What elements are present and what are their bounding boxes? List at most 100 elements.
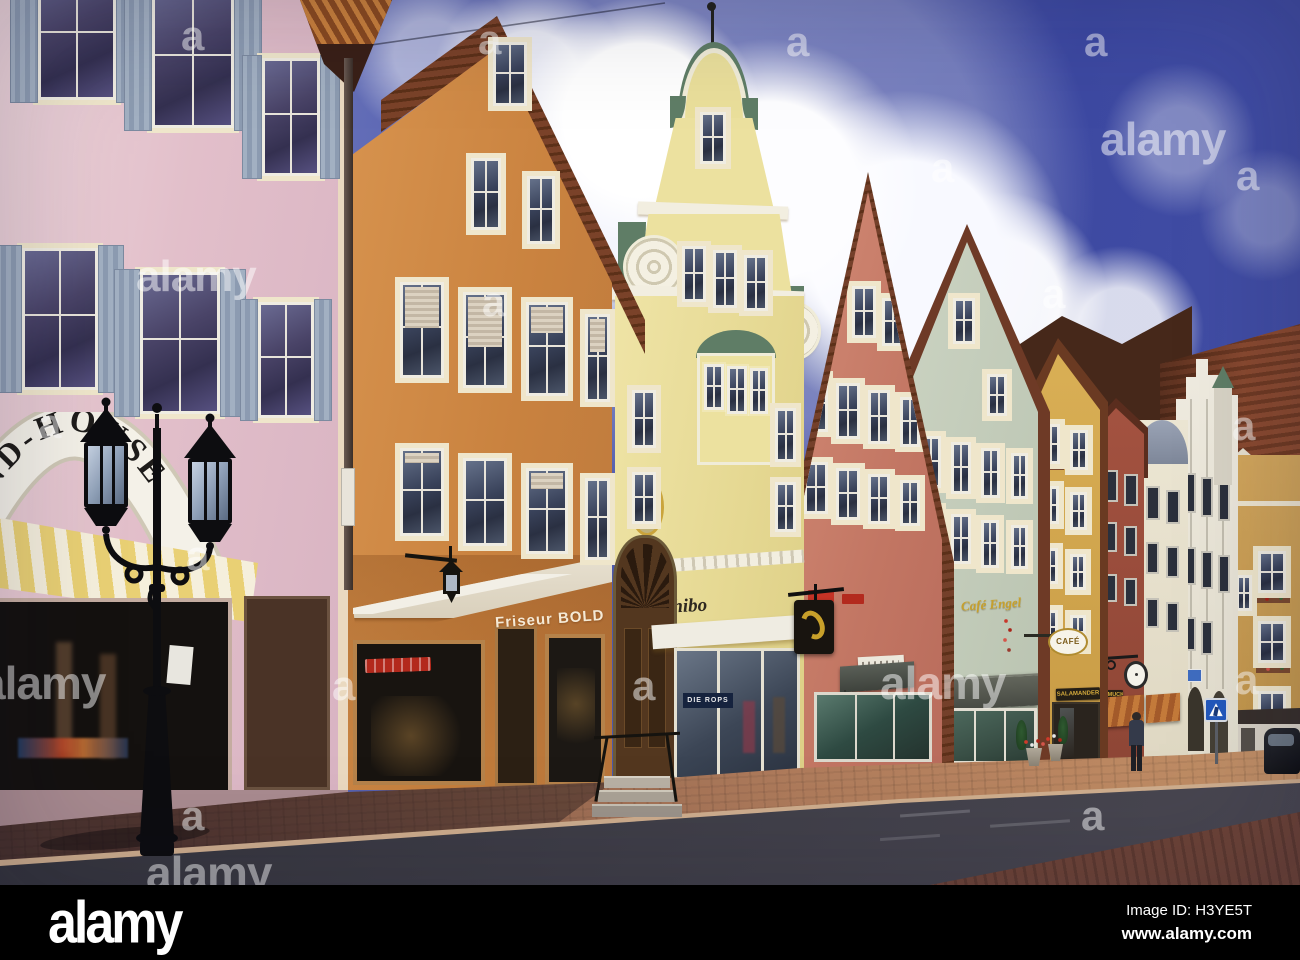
window [471, 158, 501, 230]
window-glass [703, 115, 723, 161]
window [836, 468, 860, 520]
door-steps [590, 731, 690, 832]
alamy-url[interactable]: www.alamy.com [1122, 924, 1252, 944]
salamander-sign: SALAMANDER [1055, 687, 1100, 701]
window [1201, 551, 1213, 589]
pedestrian-leg [1131, 745, 1136, 771]
window-glass [984, 523, 996, 565]
window [463, 458, 507, 546]
window [987, 374, 1007, 416]
window-glass [871, 477, 887, 521]
cafe-oval-label: CAFÉ [1056, 637, 1080, 646]
window [527, 176, 555, 244]
road-marking [899, 809, 971, 818]
window [1201, 621, 1213, 655]
clock-face [1124, 661, 1148, 689]
shop-goods-glow [371, 696, 471, 776]
corner-door [1241, 728, 1255, 754]
window-glass [807, 465, 825, 511]
window-glass [1126, 528, 1135, 554]
red-sign [364, 656, 432, 674]
window [981, 520, 999, 568]
shop-window: DIE ROPS [674, 648, 800, 780]
cafe-oval-sign-group: CAFÉ [1024, 628, 1090, 662]
shop-door [244, 596, 330, 790]
shop-mullion [1004, 711, 1006, 761]
footer-info: Image ID: H3YE5T www.alamy.com [1122, 902, 1252, 944]
window [951, 514, 971, 564]
window [1124, 578, 1137, 606]
window [585, 314, 610, 402]
finial-ball [707, 2, 716, 11]
window-glass [1220, 483, 1228, 519]
window [240, 299, 332, 421]
window-shutter [240, 299, 258, 421]
pedestrian-body [1129, 720, 1144, 746]
step [598, 790, 676, 802]
window-glass [25, 251, 95, 387]
shop-goods-glow [557, 668, 595, 758]
window [1011, 525, 1028, 569]
window [900, 480, 920, 526]
window-glass [261, 305, 311, 415]
window-glass [984, 451, 997, 495]
window [1166, 490, 1180, 524]
sign-board [794, 600, 834, 654]
window-glass [466, 461, 504, 543]
rust-striped-awning [1146, 692, 1180, 724]
shop-door [495, 626, 537, 786]
window-glass [855, 289, 873, 335]
sign-plate [1204, 698, 1228, 722]
window-glass [403, 451, 441, 533]
tchibo-hanging-sign [787, 580, 848, 656]
window-glass [1168, 548, 1177, 576]
window-glass [1203, 623, 1211, 653]
window [463, 292, 507, 388]
window-glass [1168, 604, 1177, 630]
window [526, 302, 568, 396]
window [1236, 575, 1252, 611]
window [744, 255, 768, 311]
window [700, 112, 726, 164]
window [526, 468, 568, 554]
wall-lamp [404, 544, 463, 606]
building-orange-house: Friseur BOLD [345, 0, 650, 790]
window [1070, 430, 1088, 470]
window [1070, 554, 1086, 590]
window-glass [588, 317, 607, 399]
window-glass [1261, 624, 1283, 660]
watermark-footer-bar: alamy Image ID: H3YE5T www.alamy.com [0, 885, 1300, 960]
window-glass [1148, 544, 1157, 572]
window [750, 368, 768, 414]
mannequin-silhouette [743, 701, 755, 753]
street-photo: SCHMUCK SALAMANDER Café Engel CAFÉ Tchib… [0, 0, 1300, 885]
window-shutter [314, 299, 332, 421]
window [981, 448, 1000, 498]
window-glass [1261, 554, 1283, 590]
window [951, 442, 971, 494]
pediment [680, 48, 748, 122]
window-glass [753, 371, 765, 411]
sign-pole [1215, 720, 1218, 764]
window-glass [1148, 600, 1157, 626]
turret-spire [1214, 385, 1232, 485]
roller-blind [468, 297, 502, 347]
window-glass [41, 0, 113, 97]
window-glass [1073, 433, 1085, 467]
roller-blind [405, 287, 439, 328]
window [1166, 602, 1179, 632]
alamy-logo[interactable]: alamy [48, 893, 183, 953]
shop-window-dark [545, 634, 605, 786]
window [1201, 477, 1213, 517]
window-glass [529, 471, 565, 551]
window [0, 245, 124, 393]
window-shutter [242, 55, 262, 179]
shop-window-glass [814, 692, 932, 762]
gold-bean-curl [796, 606, 830, 644]
cornice [1232, 501, 1300, 506]
window [493, 42, 527, 106]
parked-car [1264, 728, 1300, 774]
window [1258, 621, 1286, 663]
window-glass [1126, 476, 1136, 504]
cafe-engel-script: Café Engel [960, 594, 1022, 614]
